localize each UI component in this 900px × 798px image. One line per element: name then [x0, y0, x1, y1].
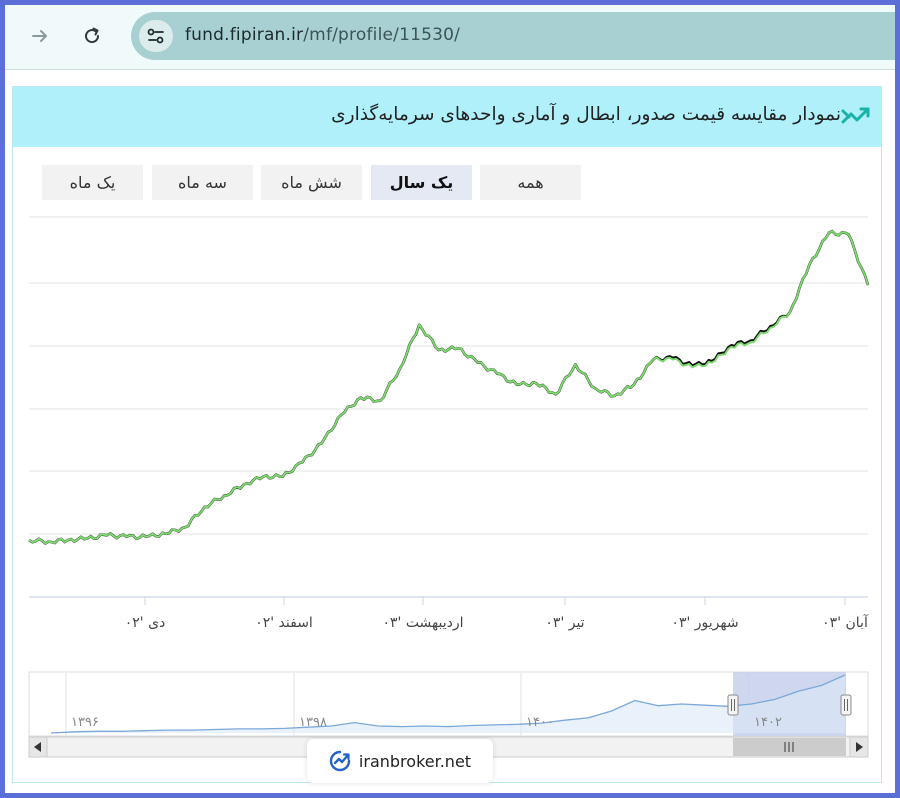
- x-tick-label: تیر '۰۳: [545, 615, 584, 631]
- series-line-green: [28, 230, 869, 545]
- chart-series: [28, 229, 870, 545]
- chart-grid: [29, 216, 868, 598]
- navigator-left-handle[interactable]: [727, 694, 739, 716]
- watermark-badge: iranbroker.net: [307, 739, 493, 783]
- x-tick-label: اسفند '۰۲: [255, 615, 313, 631]
- right-handle-rect[interactable]: [840, 694, 852, 716]
- navigator-label: ۱۳۹۶: [71, 715, 99, 730]
- watermark-text: iranbroker.net: [358, 751, 472, 771]
- x-tick-label: دی '۰۲: [125, 615, 166, 631]
- iranbroker-logo-icon: [329, 750, 351, 772]
- navigator-label: ۱۳۹۸: [299, 715, 327, 730]
- left-handle-rect[interactable]: [727, 694, 739, 716]
- navigator[interactable]: ۱۳۹۶ ۱۳۹۸ ۱۴۰۰ ۱۴۰۲: [28, 671, 869, 737]
- price-chart: دی '۰۲ اسفند '۰۲ اردیبهشت '۰۳ تیر '۰۳ شهریور…: [28, 216, 870, 758]
- x-tick-label: آبان '۰۳: [822, 614, 869, 631]
- navigator-right-handle[interactable]: [840, 694, 852, 716]
- navigator-label: ۱۴۰۰: [526, 715, 554, 730]
- series-line-dark: [28, 229, 870, 545]
- x-axis: دی '۰۲ اسفند '۰۲ اردیبهشت '۰۳ تیر '۰۳ شهریور…: [125, 597, 869, 631]
- x-tick-label: اردیبهشت '۰۳: [382, 615, 463, 631]
- navigator-label: ۱۴۰۲: [754, 715, 782, 730]
- x-tick-label: شهریور '۰۳: [671, 615, 738, 631]
- browser-window: fund.fipiran.ir/mf/profile/11530/ نمودار…: [5, 5, 895, 793]
